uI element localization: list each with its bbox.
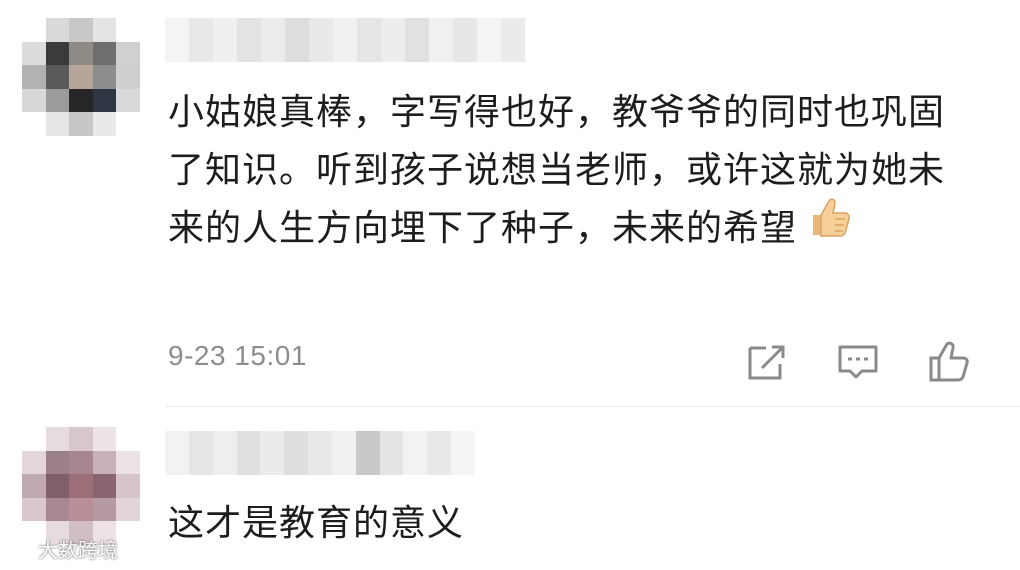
watermark: 大数跨境 [8,534,118,563]
comment-text: 这才是教育的意义 [168,503,465,544]
avatar[interactable] [22,18,140,136]
comment-text: 小姑娘真棒，字写得也好，教爷爷的同时也巩固了知识。听到孩子说想当老师，或许这就为… [168,84,968,259]
avatar[interactable] [22,427,140,545]
comment-item: 小姑娘真棒，字写得也好，教爷爷的同时也巩固了知识。听到孩子说想当老师，或许这就为… [0,0,1020,406]
watermark-logo-icon [9,539,32,557]
username[interactable] [165,431,475,475]
comment-icon [838,345,878,379]
comment-item: 这才是教育的意义 [0,407,1020,570]
like-button[interactable] [925,338,973,386]
reply-button[interactable] [834,338,882,386]
thumbs-up-icon [807,193,855,259]
comment-time: 9-23 15:01 [168,340,307,371]
share-button[interactable] [742,338,790,386]
username[interactable] [165,18,525,62]
share-icon [748,345,785,380]
like-icon [929,341,969,382]
